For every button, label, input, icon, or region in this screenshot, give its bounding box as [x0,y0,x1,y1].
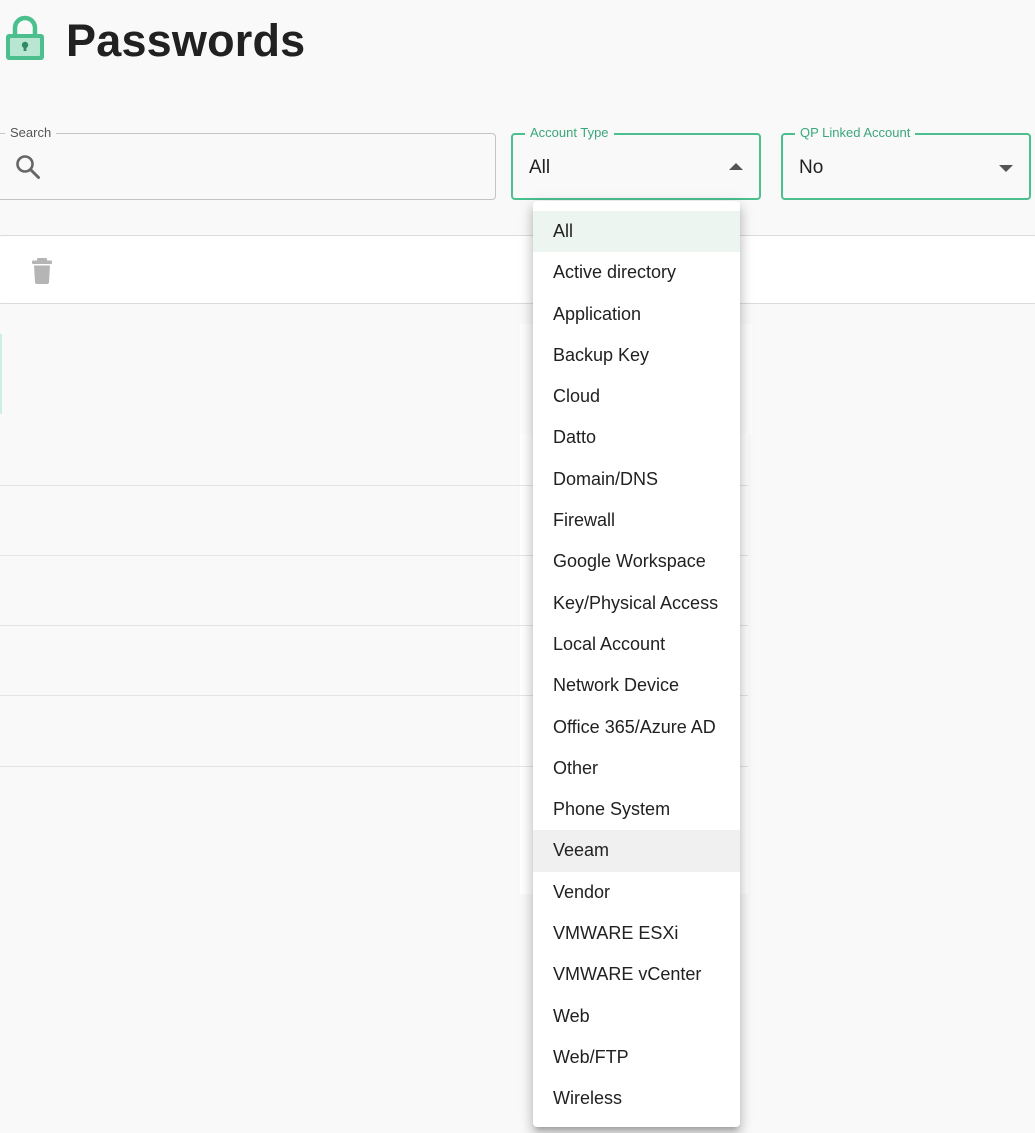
menu-item[interactable]: Web/FTP [533,1037,740,1078]
trash-icon[interactable] [31,258,53,284]
page-title: Passwords [66,15,306,66]
account-type-select[interactable]: Account Type All [511,125,761,200]
menu-item[interactable]: Firewall [533,500,740,541]
menu-item[interactable]: VMWARE vCenter [533,954,740,995]
chevron-down-icon[interactable] [999,165,1013,172]
page-header: Passwords [0,0,1035,84]
menu-item[interactable]: Local Account [533,624,740,665]
menu-item[interactable]: Cloud [533,376,740,417]
menu-item[interactable]: All [533,211,740,253]
account-type-menu: All Active directory Application Backup … [533,201,740,1127]
menu-item[interactable]: Wireless [533,1078,740,1119]
menu-item[interactable]: Backup Key [533,335,740,376]
menu-item[interactable]: Office 365/Azure AD [533,707,740,748]
menu-item[interactable]: Datto [533,417,740,458]
menu-item[interactable]: Key/Physical Access [533,583,740,624]
qp-linked-account-select[interactable]: QP Linked Account No [781,125,1031,200]
qp-linked-account-label: QP Linked Account [795,125,916,141]
divider [0,334,2,414]
chevron-up-icon[interactable] [729,163,743,170]
account-type-label: Account Type [525,125,614,141]
search-icon [16,155,40,179]
search-input[interactable] [50,146,484,188]
menu-item[interactable]: Google Workspace [533,541,740,582]
menu-item[interactable]: Web [533,996,740,1037]
menu-item[interactable]: Application [533,294,740,335]
lock-icon [6,15,44,60]
menu-item[interactable]: Network Device [533,665,740,706]
toolbar [0,235,1035,304]
menu-item[interactable]: Domain/DNS [533,459,740,500]
search-field[interactable]: Search [0,125,496,200]
menu-item[interactable]: Active directory [533,252,740,293]
menu-item[interactable]: Veeam [533,830,740,872]
menu-item[interactable]: VMWARE ESXi [533,913,740,954]
menu-item[interactable]: Other [533,748,740,789]
search-label: Search [5,125,57,141]
account-type-value: All [529,157,551,178]
qp-linked-account-value: No [799,157,824,178]
menu-item[interactable]: Phone System [533,789,740,830]
menu-item[interactable]: Vendor [533,872,740,913]
